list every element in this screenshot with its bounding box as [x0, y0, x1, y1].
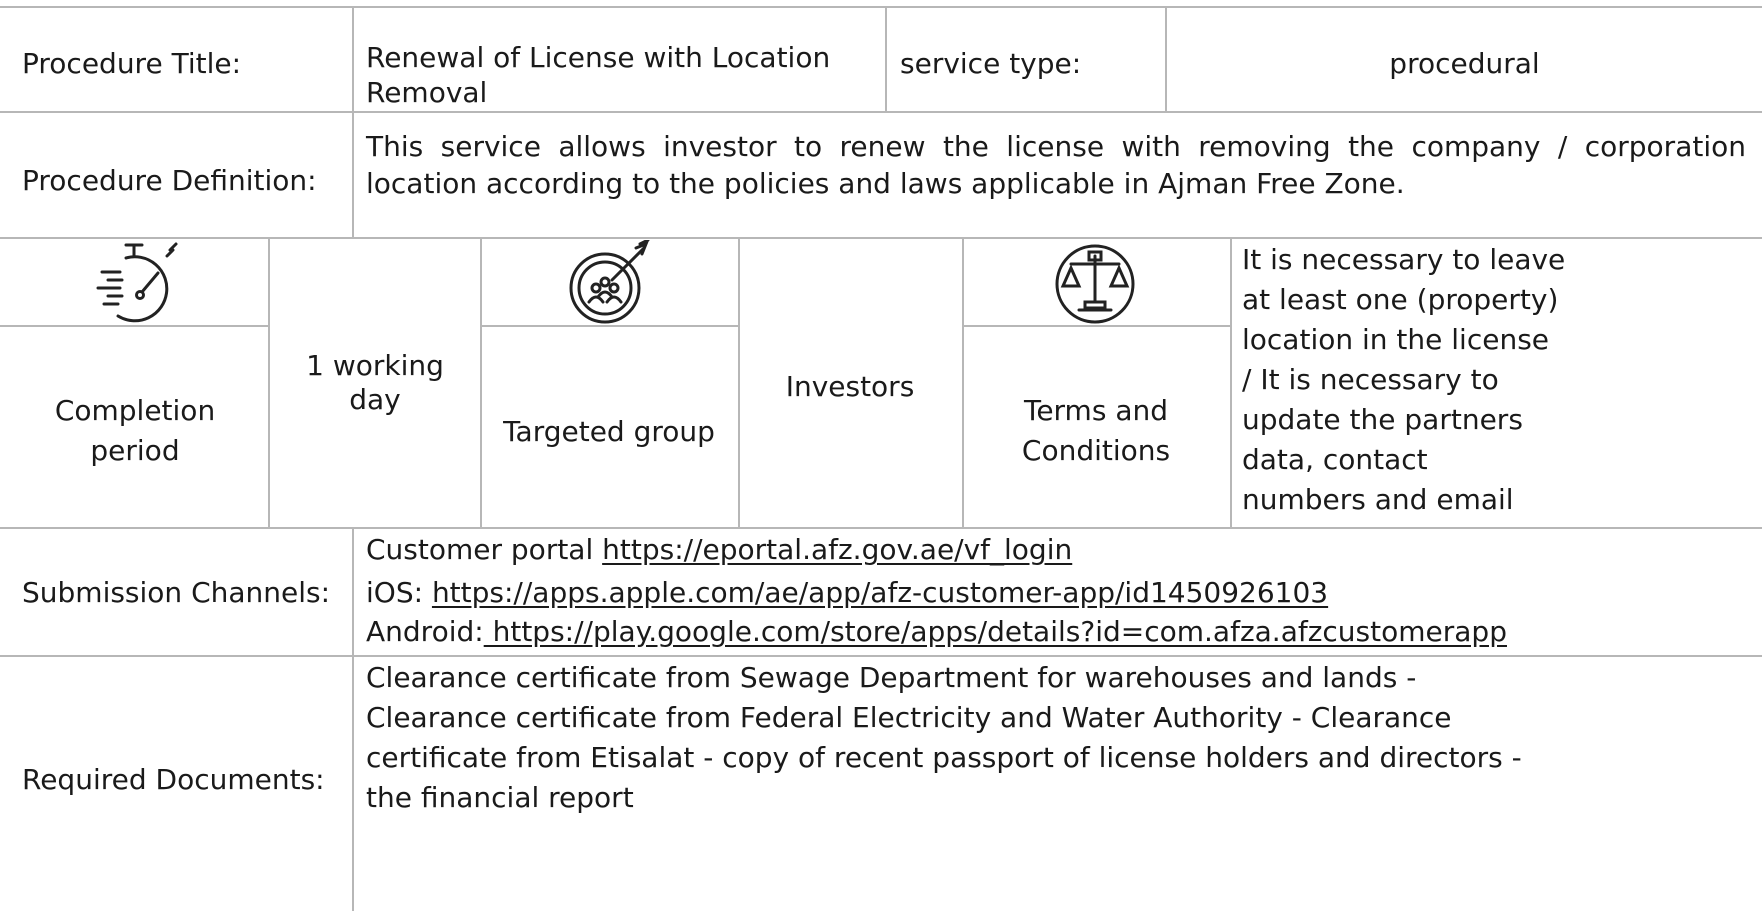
ios-prefix: iOS:: [366, 576, 432, 609]
procedure-definition-label: Procedure Definition:: [22, 164, 317, 197]
targeted-group-value: Investors: [785, 370, 915, 403]
terms-line: location in the license: [1242, 323, 1550, 356]
required-documents-label: Required Documents:: [22, 763, 325, 796]
procedure-title-value-line1: Renewal of License with Location: [366, 41, 831, 74]
terms-line: / It is necessary to: [1242, 363, 1499, 396]
android-line: Android: https://play.google.com/store/a…: [366, 614, 1507, 649]
submission-channels-label: Submission Channels:: [22, 576, 331, 609]
target-group-icon: [569, 240, 650, 324]
completion-period-label-line2: period: [90, 434, 180, 467]
required-documents-line: Clearance certificate from Federal Elect…: [366, 701, 1452, 734]
ios-line: iOS: https://apps.apple.com/ae/app/afz-c…: [366, 575, 1328, 610]
procedure-title-label: Procedure Title:: [22, 47, 242, 80]
terms-line: numbers and email: [1242, 483, 1514, 516]
service-type-value: procedural: [1389, 47, 1540, 80]
customer-portal-link[interactable]: https://eportal.afz.gov.ae/vf_login: [602, 533, 1072, 566]
targeted-group-label: Targeted group: [503, 415, 715, 448]
terms-line: at least one (property): [1242, 283, 1559, 316]
required-documents-line: certificate from Etisalat - copy of rece…: [366, 741, 1522, 774]
terms-line: update the partners: [1242, 403, 1523, 436]
procedure-title-value-line2: Removal: [366, 76, 488, 109]
customer-portal-line: Customer portal https://eportal.afz.gov.…: [366, 532, 1072, 567]
procedure-definition-value: This service allows investor to renew th…: [366, 130, 1746, 200]
terms-line: data, contact: [1242, 443, 1428, 476]
terms-line: It is necessary to leave: [1242, 243, 1566, 276]
android-prefix: Android:: [366, 615, 484, 648]
completion-period-value-line2: day: [349, 383, 401, 416]
completion-period-label-line1: Completion: [54, 394, 216, 427]
completion-period-value-line1: 1 working: [306, 349, 444, 382]
android-app-link[interactable]: https://play.google.com/store/apps/detai…: [484, 615, 1507, 648]
required-documents-line: the financial report: [366, 781, 634, 814]
terms-label-line1: Terms and: [1023, 394, 1169, 427]
ios-app-link[interactable]: https://apps.apple.com/ae/app/afz-custom…: [432, 576, 1328, 609]
customer-portal-prefix: Customer portal: [366, 533, 603, 566]
required-documents-line: Clearance certificate from Sewage Depart…: [366, 661, 1417, 694]
service-type-label: service type:: [900, 47, 1082, 80]
stopwatch-icon: [96, 242, 178, 323]
scales-icon: [1055, 244, 1135, 324]
terms-label-line2: Conditions: [1021, 434, 1171, 467]
